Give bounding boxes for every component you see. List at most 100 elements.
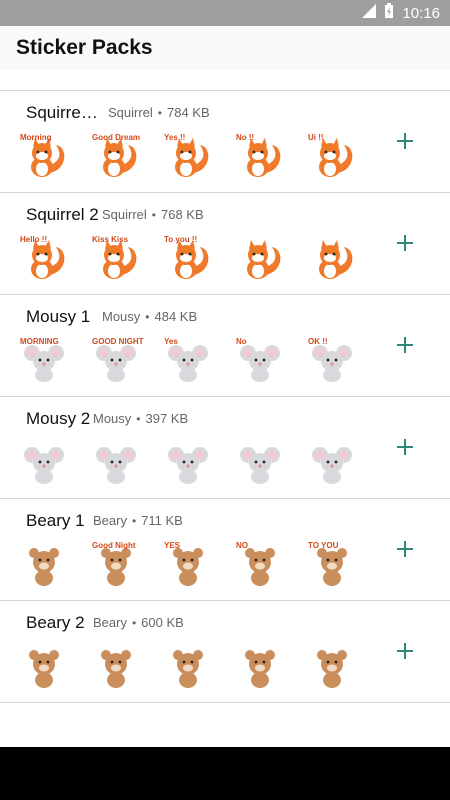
pack-author: Squirrel [102,207,147,222]
bear-sticker-icon [20,541,68,587]
sticker-caption: Morning [20,133,52,142]
clock: 10:16 [402,4,440,22]
add-pack-button[interactable] [394,335,416,357]
pack-size: 784 KB [167,105,210,120]
navigation-bar [0,747,450,800]
squirrel-sticker-icon: Morning [20,133,68,179]
sticker-caption: TO YOU [308,541,339,550]
pack-size: 397 KB [145,411,189,426]
bear-sticker-icon: Good Night [92,541,140,587]
sticker-pack-list: Squirrel 1 Squirrel • 784 KB Morning Good Dre… [0,90,450,703]
squirrel-sticker-icon [308,235,356,281]
separator-dot: • [131,615,137,630]
bear-sticker-icon [164,643,212,689]
bear-sticker-icon [236,643,284,689]
sticker-caption: Hello !! [20,235,48,244]
sticker-caption: Yes [164,337,178,346]
bear-sticker-icon: TO YOU [308,541,356,587]
add-pack-button[interactable] [394,437,416,459]
add-pack-button[interactable] [394,233,416,255]
squirrel-sticker-icon [236,235,284,281]
bear-sticker-icon [92,643,140,689]
mouse-sticker-icon: Yes [164,337,212,383]
sticker-pack-row[interactable]: Beary 1 Beary • 711 KB Good Night YES NO TO YOU [0,499,450,601]
sticker-caption: To you !! [164,235,198,244]
pack-author: Mousy [102,309,141,324]
sticker-caption: No [236,337,247,346]
squirrel-sticker-icon: Kiss Kiss [92,235,140,281]
battery-icon [384,3,394,23]
pack-name: Beary 2 [26,613,85,632]
mouse-sticker-icon [20,439,68,485]
pack-meta: Beary • 711 KB [93,513,183,528]
sticker-caption: Yes !! [164,133,186,142]
app-bar: Sticker Packs [0,26,450,70]
plus-icon [397,541,413,557]
mouse-sticker-icon: No [236,337,284,383]
pack-meta: Mousy • 484 KB [102,309,197,324]
pack-size: 711 KB [141,513,183,528]
sticker-preview-row: Hello !! Kiss Kiss To you !! [20,235,356,281]
separator-dot: • [136,411,141,426]
sticker-caption: Good Dream [92,133,141,142]
mouse-sticker-icon [308,439,356,485]
squirrel-sticker-icon: Hello !! [20,235,68,281]
sticker-preview-row [20,439,356,485]
squirrel-sticker-icon: Ui !! [308,133,356,179]
sticker-caption: Good Night [92,541,136,550]
sticker-pack-row[interactable]: Mousy 1 Mousy • 484 KB MORNING GOOD NIGHT Yes N… [0,295,450,397]
pack-meta: Squirrel • 768 KB [102,207,204,222]
pack-meta: Squirrel • 784 KB [108,105,210,120]
squirrel-sticker-icon: Yes !! [164,133,212,179]
add-pack-button[interactable] [394,131,416,153]
pack-name: Beary 1 [26,511,85,530]
bear-sticker-icon [20,643,68,689]
plus-icon [397,337,413,353]
squirrel-sticker-icon: No !! [236,133,284,179]
mouse-sticker-icon: OK !! [308,337,356,383]
squirrel-sticker-icon: Good Dream [92,133,140,179]
sticker-caption: NO [236,541,248,550]
pack-author: Squirrel [108,105,153,120]
pack-size: 484 KB [154,309,198,324]
sticker-preview-row: Morning Good Dream Yes !! No !! Ui !! [20,133,356,179]
sticker-preview-row [20,643,356,689]
add-pack-button[interactable] [394,539,416,561]
sticker-caption: No !! [236,133,255,142]
pack-name: Mousy 1 [26,307,91,326]
pack-meta: Mousy • 397 KB [93,411,188,426]
separator-dot: • [151,207,156,222]
sticker-caption: YES [164,541,181,550]
mouse-sticker-icon [92,439,140,485]
pack-author: Beary [93,513,127,528]
pack-size: 600 KB [141,615,184,630]
pack-author: Mousy [93,411,132,426]
pack-size: 768 KB [161,207,204,222]
pack-name: Mousy 2 [26,409,91,428]
mouse-sticker-icon [164,439,212,485]
add-pack-button[interactable] [394,641,416,663]
page-title: Sticker Packs [16,36,153,59]
squirrel-sticker-icon: To you !! [164,235,212,281]
mouse-sticker-icon [236,439,284,485]
sticker-caption: Kiss Kiss [92,235,129,244]
sticker-preview-row: MORNING GOOD NIGHT Yes No OK !! [20,337,356,383]
plus-icon [397,439,413,455]
pack-meta: Beary • 600 KB [93,615,184,630]
sticker-caption: Ui !! [308,133,324,142]
separator-dot: • [157,105,162,120]
sticker-pack-row[interactable]: Squirrel 2 Squirrel • 768 KB Hello !! Kiss Ki… [0,193,450,295]
bear-sticker-icon: NO [236,541,284,587]
plus-icon [397,643,413,659]
pack-name: Squirrel 2 [26,205,99,224]
separator-dot: • [145,309,150,324]
sticker-pack-row[interactable]: Beary 2 Beary • 600 KB [0,601,450,703]
bear-sticker-icon [308,643,356,689]
mouse-sticker-icon: GOOD NIGHT [92,337,144,383]
sticker-pack-row[interactable]: Mousy 2 Mousy • 397 KB [0,397,450,499]
signal-icon [362,4,377,22]
sticker-pack-row[interactable]: Squirrel 1 Squirrel • 784 KB Morning Good Dre… [0,90,450,193]
bear-sticker-icon: YES [164,541,212,587]
pack-name: Squirrel 1 [26,103,98,122]
sticker-caption: MORNING [20,337,59,346]
